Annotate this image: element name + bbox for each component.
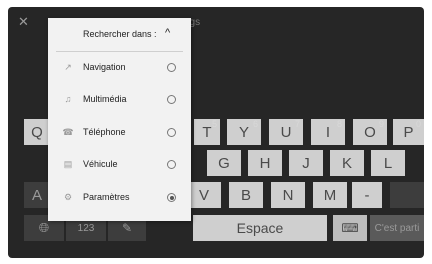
dropdown-label: Rechercher dans : [83,29,157,39]
radio-button[interactable] [167,95,176,104]
backspace-key[interactable] [390,182,424,208]
key-label: U [280,123,292,141]
dropdown-header[interactable]: Rechercher dans : ^ [48,18,191,52]
option-label: Véhicule [83,159,118,169]
phone-icon: ☎ [62,127,74,137]
chevron-up-icon: ^ [165,27,171,39]
app-screen: ✕ ngs Q T5 Y6 U7 I8 O9 P0 F G H J K L A … [8,7,424,258]
option-label: Multimédia [83,94,127,104]
option-telephone[interactable]: ☎ Téléphone [48,117,191,149]
key-label: T [202,123,212,141]
key-digit: 6 [252,119,258,129]
gear-icon: ⚙ [63,192,73,202]
key-h[interactable]: H [248,150,282,176]
radio-button[interactable] [167,160,176,169]
option-parametres[interactable]: ⚙ Paramètres [48,182,191,214]
key-y[interactable]: Y6 [227,119,261,145]
key-b[interactable]: B [229,182,263,208]
key-digit: 0 [415,119,421,129]
key-l[interactable]: L [371,150,405,176]
key-j[interactable]: J [289,150,323,176]
key-label: A [31,186,42,204]
key-v[interactable]: V [187,182,221,208]
key-p[interactable]: P0 [393,119,424,145]
key-k[interactable]: K [330,150,364,176]
key-label: I [325,123,331,141]
keyboard-icon[interactable]: ⌨ [333,215,367,241]
key-label: J [302,154,310,172]
navigation-arrow-icon: ↗ [64,62,72,72]
radio-button-selected[interactable] [167,193,176,202]
key-digit: 9 [378,119,384,129]
key-label: K [341,154,352,172]
option-label: Téléphone [83,127,126,137]
car-icon: ▤ [63,159,73,169]
key-label: 123 [77,222,95,234]
key-label: - [364,186,370,204]
key-digit: 8 [336,119,342,129]
key-n[interactable]: N [271,182,305,208]
key-i[interactable]: I8 [311,119,345,145]
key-label: N [282,186,294,204]
key-label: G [218,154,230,172]
key-label: C'est parti [374,222,420,234]
option-multimedia[interactable]: ♫ Multimédia [48,84,191,116]
key-label: Q [31,123,43,141]
key-t[interactable]: T5 [194,119,220,145]
option-vehicule[interactable]: ▤ Véhicule [48,149,191,181]
key-label: M [323,186,337,204]
key-label: B [240,186,251,204]
key-g[interactable]: G [207,150,241,176]
key-m[interactable]: M [313,182,347,208]
key-label: L [383,154,393,172]
key-label: V [198,186,209,204]
space-key[interactable]: Espace [193,215,327,241]
key-label: H [259,154,271,172]
radio-button[interactable] [167,128,176,137]
key-o[interactable]: O9 [353,119,387,145]
close-icon[interactable]: ✕ [18,14,29,30]
key-digit: 5 [211,119,217,129]
key-label: P [403,123,414,141]
key-digit: 7 [294,119,300,129]
music-note-icon: ♫ [64,94,72,104]
option-label: Paramètres [83,192,130,202]
key-label: Espace [236,220,284,236]
key-u[interactable]: U7 [269,119,303,145]
option-navigation[interactable]: ↗ Navigation [48,52,191,84]
key-q-partial[interactable]: Q [24,119,50,145]
done-button[interactable]: C'est parti [370,215,424,241]
key-label: O [364,123,376,141]
key-hyphen[interactable]: - [352,182,382,208]
option-label: Navigation [83,62,126,72]
key-a-partial[interactable]: A [24,182,50,208]
key-label: Y [238,123,249,141]
radio-button[interactable] [167,63,176,72]
search-scope-dropdown: Rechercher dans : ^ ↗ Navigation ♫ Multi… [48,18,191,221]
